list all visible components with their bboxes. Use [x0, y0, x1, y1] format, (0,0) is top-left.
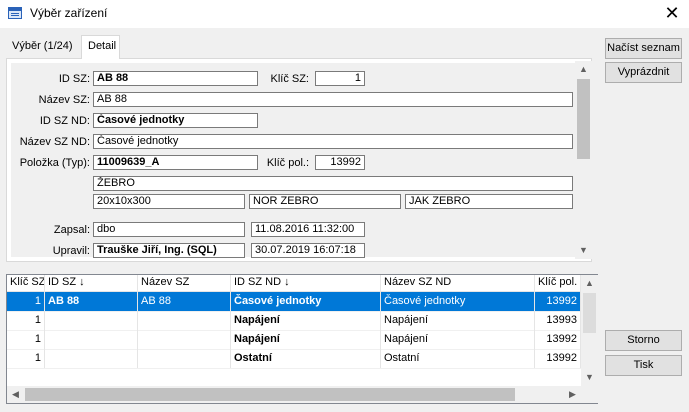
col-id-sz[interactable]: ID SZ ↓ — [45, 275, 138, 291]
title-bar: Výběr zařízení ✕ — [0, 0, 689, 28]
cell-nazev-sz: AB 88 — [138, 292, 231, 311]
label-zapsal: Zapsal: — [53, 224, 90, 236]
cell-id-sz — [45, 311, 138, 330]
upravil-date-field[interactable]: 30.07.2019 16:07:18 — [251, 243, 365, 258]
scroll-thumb[interactable] — [577, 79, 590, 159]
cell-klic-pol: 13992 — [535, 349, 581, 368]
nor-field[interactable]: NOR ZEBRO — [249, 194, 401, 209]
col-nazev-sz[interactable]: Název SZ — [138, 275, 231, 291]
id-sz-nd-field[interactable]: Časové jednotky — [93, 113, 258, 128]
col-id-sz-nd[interactable]: ID SZ ND ↓ — [231, 275, 381, 291]
cell-klic-sz: 1 — [7, 330, 45, 349]
jak-field[interactable]: JAK ZEBRO — [405, 194, 573, 209]
scroll-up-arrow-icon[interactable]: ▲ — [575, 61, 592, 78]
window-title: Výběr zařízení — [30, 6, 108, 20]
col-klic-sz[interactable]: Klíč SZ — [7, 275, 45, 291]
table-row[interactable]: 1 AB 88 AB 88 Časové jednotky Časové jed… — [7, 292, 581, 312]
detail-vertical-scrollbar[interactable]: ▲ ▼ — [575, 61, 592, 259]
id-sz-field[interactable]: AB 88 — [93, 71, 258, 86]
typ-name-field[interactable]: ŽEBRO — [93, 176, 573, 191]
zapsal-user-field[interactable]: dbo — [93, 222, 245, 237]
detail-panel: ID SZ: AB 88 Klíč SZ: 1 Název SZ: AB 88 … — [6, 58, 592, 262]
cell-id-sz-nd: Ostatní — [231, 349, 381, 368]
label-nazev-sz: Název SZ: — [38, 94, 90, 106]
storno-button[interactable]: Storno — [605, 330, 682, 351]
cell-nazev-sz-nd: Časové jednotky — [381, 292, 535, 311]
cell-nazev-sz-nd: Napájení — [381, 311, 535, 330]
grid-header: Klíč SZ ID SZ ↓ Název SZ ID SZ ND ↓ Náze… — [7, 275, 581, 292]
nazev-sz-field[interactable]: AB 88 — [93, 92, 573, 107]
zapsal-date-field[interactable]: 11.08.2016 11:32:00 — [251, 222, 365, 237]
vyprazdnit-button[interactable]: Vyprázdnit — [605, 62, 682, 83]
label-nazev-sz-nd: Název SZ ND: — [19, 136, 90, 148]
label-upravil: Upravil: — [52, 245, 90, 257]
cell-nazev-sz — [138, 330, 231, 349]
cell-nazev-sz — [138, 311, 231, 330]
table-row[interactable]: 1 Ostatní Ostatní 13992 — [7, 349, 581, 369]
klic-sz-field[interactable]: 1 — [315, 71, 365, 86]
tab-detail[interactable]: Detail — [81, 35, 120, 59]
cell-klic-pol: 13992 — [535, 330, 581, 349]
nacist-seznam-button[interactable]: Načíst seznam — [605, 38, 682, 59]
upravil-user-field[interactable]: Trauške Jiří, Ing. (SQL) — [93, 243, 245, 258]
grid-vertical-scrollbar[interactable]: ▲ ▼ — [581, 275, 598, 386]
tab-vyber[interactable]: Výběr (1/24) — [6, 36, 81, 58]
cell-klic-sz: 1 — [7, 292, 45, 311]
grid-horizontal-scrollbar[interactable]: ◀ ▶ — [7, 386, 581, 403]
cell-nazev-sz-nd: Ostatní — [381, 349, 535, 368]
cell-id-sz-nd: Napájení — [231, 311, 381, 330]
label-klic-pol: Klíč pol.: — [266, 157, 309, 169]
nazev-sz-nd-field[interactable]: Časové jednotky — [93, 134, 573, 149]
cell-klic-sz: 1 — [7, 311, 45, 330]
col-klic-pol[interactable]: Klíč pol. — [535, 275, 581, 291]
scroll-up-arrow-icon[interactable]: ▲ — [581, 275, 598, 292]
polozka-field[interactable]: 11009639_A — [93, 155, 258, 170]
scroll-right-arrow-icon[interactable]: ▶ — [564, 386, 581, 403]
close-button[interactable]: ✕ — [660, 2, 684, 24]
detail-form: ID SZ: AB 88 Klíč SZ: 1 Název SZ: AB 88 … — [11, 63, 575, 258]
cell-nazev-sz — [138, 349, 231, 368]
cell-klic-pol: 13992 — [535, 292, 581, 311]
scroll-thumb[interactable] — [583, 293, 596, 333]
cell-id-sz — [45, 349, 138, 368]
label-polozka: Položka (Typ): — [19, 157, 90, 169]
label-klic-sz: Klíč SZ: — [270, 73, 309, 85]
cell-klic-pol: 13993 — [535, 311, 581, 330]
scroll-left-arrow-icon[interactable]: ◀ — [7, 386, 24, 403]
scroll-down-arrow-icon[interactable]: ▼ — [581, 369, 598, 386]
scroll-down-arrow-icon[interactable]: ▼ — [575, 242, 592, 259]
scroll-thumb[interactable] — [25, 388, 515, 401]
results-grid: Klíč SZ ID SZ ↓ Název SZ ID SZ ND ↓ Náze… — [6, 274, 598, 404]
table-row[interactable]: 1 Napájení Napájení 13993 — [7, 311, 581, 331]
label-id-sz-nd: ID SZ ND: — [39, 115, 90, 127]
cell-id-sz: AB 88 — [45, 292, 138, 311]
cell-nazev-sz-nd: Napájení — [381, 330, 535, 349]
window-icon — [8, 7, 22, 19]
klic-pol-field[interactable]: 13992 — [315, 155, 365, 170]
col-nazev-sz-nd[interactable]: Název SZ ND — [381, 275, 535, 291]
cell-klic-sz: 1 — [7, 349, 45, 368]
tisk-button[interactable]: Tisk — [605, 355, 682, 376]
label-id-sz: ID SZ: — [58, 73, 90, 85]
table-row[interactable]: 1 Napájení Napájení 13992 — [7, 330, 581, 350]
scroll-corner — [581, 386, 598, 403]
rozmer-field[interactable]: 20x10x300 — [93, 194, 245, 209]
cell-id-sz — [45, 330, 138, 349]
cell-id-sz-nd: Napájení — [231, 330, 381, 349]
cell-id-sz-nd: Časové jednotky — [231, 292, 381, 311]
